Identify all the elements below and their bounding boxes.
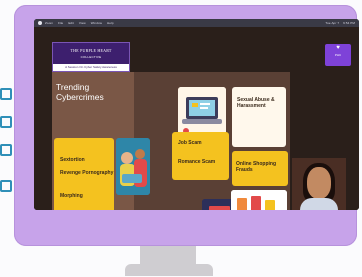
crime-card-right: Online Shopping Frauds	[232, 151, 288, 186]
monitor-frame: Zoom File Edit View Window Help Tue Apr …	[14, 5, 359, 246]
slide-title: Trending Cybercrimes	[56, 82, 104, 102]
crime-item: Sexual Abuse & Harassment	[237, 97, 275, 109]
laptop-illustration	[178, 87, 226, 137]
menu-item-edit[interactable]: Edit	[68, 21, 74, 25]
slide-content: Trending Cybercrimes Sextortion Revenge …	[52, 72, 290, 210]
menu-item-zoom[interactable]: Zoom	[45, 21, 53, 25]
slide-area: THE PURPLE HEART COLLECTIVE A Session On…	[34, 27, 359, 210]
slide-title-line2: Cybercrimes	[56, 92, 104, 102]
slide-title-line1: Trending	[56, 82, 90, 92]
monitor-stand-base	[125, 264, 213, 276]
menu-item-view[interactable]: View	[79, 21, 86, 25]
square-icon	[0, 180, 12, 192]
heart-icon: ♥	[336, 45, 340, 51]
menubar-date: Tue Apr 7	[325, 21, 340, 25]
crime-card-right-top: Sexual Abuse & Harassment	[232, 87, 286, 147]
brand-tagline: A Session On Cyber Safety Awareness	[53, 64, 129, 71]
brand-subtitle: COLLECTIVE	[80, 55, 102, 59]
crime-item: Revenge Pornography	[60, 170, 114, 176]
menu-item-help[interactable]: Help	[107, 21, 114, 25]
square-icon	[0, 144, 12, 156]
menubar-time: 9:54 PM	[343, 21, 355, 25]
square-icon	[0, 116, 12, 128]
participant-face	[307, 167, 331, 199]
crime-item: Morphing	[60, 193, 83, 199]
corner-logo: ♥ PHC	[325, 44, 351, 66]
screen: Zoom File Edit View Window Help Tue Apr …	[34, 19, 359, 210]
menu-item-window[interactable]: Window	[91, 21, 102, 25]
apple-icon[interactable]	[38, 21, 42, 25]
shopping-illustration	[231, 190, 287, 210]
webcam-video-tile[interactable]	[292, 158, 346, 210]
people-illustration	[116, 138, 150, 195]
menu-item-file[interactable]: File	[58, 21, 63, 25]
monitor-stand-neck	[140, 246, 196, 266]
crime-item: Romance Scam	[178, 159, 216, 165]
crime-item: Online Shopping Frauds	[236, 161, 276, 173]
crime-card-left: Sextortion Revenge Pornography Morphing	[54, 138, 114, 210]
brand-banner: THE PURPLE HEART COLLECTIVE A Session On…	[52, 42, 130, 72]
corner-logo-text: PHC	[334, 53, 342, 57]
crime-card-mid: Job Scam Romance Scam	[172, 132, 229, 180]
crime-item: Job Scam	[178, 140, 202, 146]
brand-title: THE PURPLE HEART	[70, 48, 112, 53]
square-icon	[0, 88, 12, 100]
menu-bar: Zoom File Edit View Window Help Tue Apr …	[34, 19, 359, 27]
participant-shirt	[300, 198, 338, 210]
crime-item: Sextortion	[60, 157, 85, 163]
